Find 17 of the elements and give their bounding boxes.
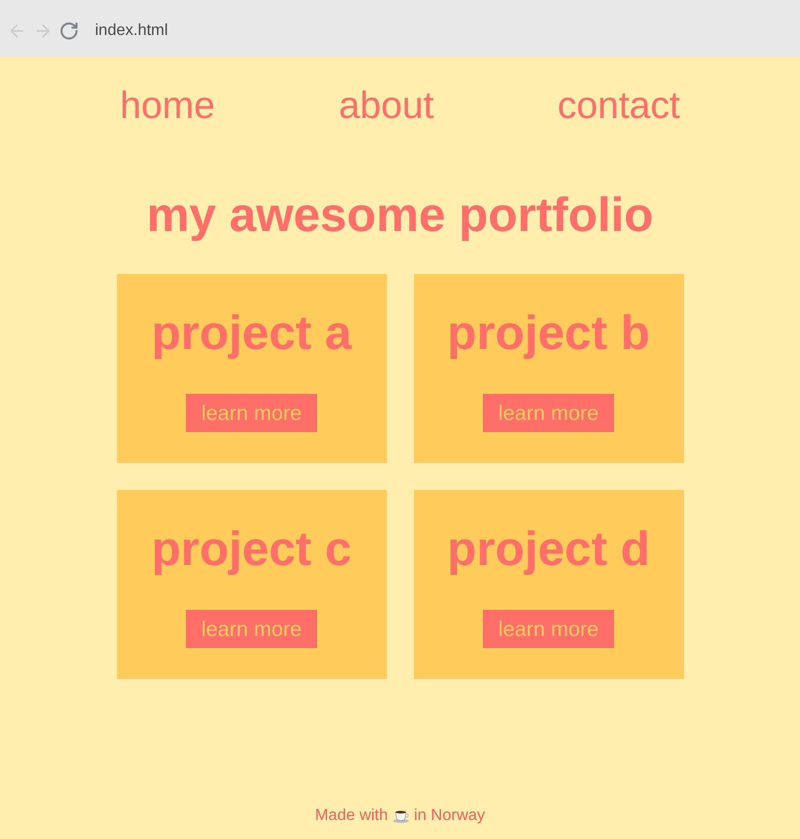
learn-more-button[interactable]: learn more xyxy=(483,394,614,432)
learn-more-button[interactable]: learn more xyxy=(483,610,614,648)
page-address: index.html xyxy=(95,22,168,38)
project-title: project a xyxy=(151,310,352,358)
nav-link[interactable]: contact xyxy=(557,87,680,125)
nav-link[interactable]: about xyxy=(338,87,434,125)
footer-text: Made with xyxy=(314,808,388,824)
coffee-cup-icon xyxy=(392,809,409,823)
learn-more-button[interactable]: learn more xyxy=(186,610,317,648)
page-heading: my awesome portfolio xyxy=(146,192,654,240)
footer-text: in Norway xyxy=(414,808,486,824)
project-title: project d xyxy=(447,526,650,574)
project-title: project b xyxy=(447,310,650,358)
nav-link[interactable]: home xyxy=(120,87,216,125)
learn-more-button[interactable]: learn more xyxy=(186,394,317,432)
project-title: project c xyxy=(151,526,352,574)
reload-icon[interactable] xyxy=(59,20,79,40)
